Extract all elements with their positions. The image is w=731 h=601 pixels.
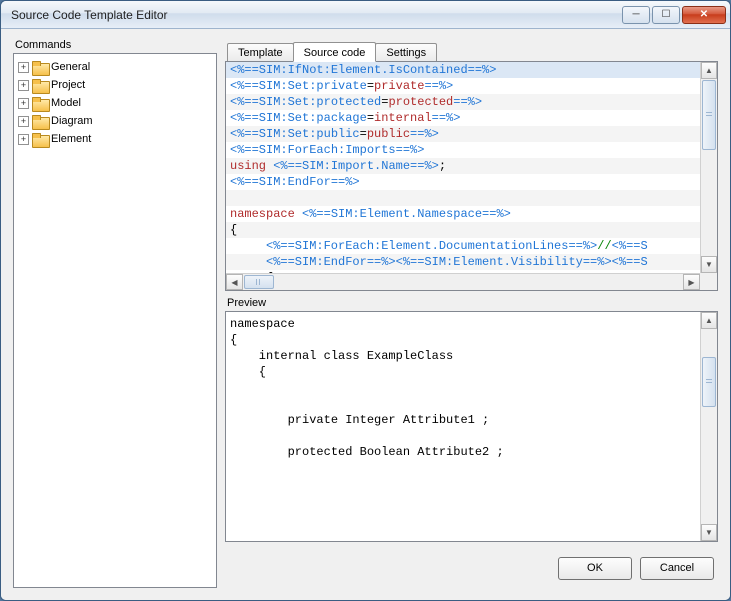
code-line[interactable]: <%==SIM:ForEach:Element.DocumentationLin… [226, 238, 717, 254]
tree-item-project[interactable]: + Project [16, 76, 214, 94]
scroll-down-icon[interactable]: ▼ [701, 256, 717, 273]
preview-box: namespace { internal class ExampleClass … [225, 311, 718, 542]
folder-icon [32, 115, 48, 128]
commands-label: Commands [13, 39, 217, 51]
window-title: Source Code Template Editor [11, 8, 620, 22]
tree-item-element[interactable]: + Element [16, 130, 214, 148]
folder-icon [32, 97, 48, 110]
code-line[interactable]: <%==SIM:Set:private=private==%> [226, 78, 717, 94]
preview-text[interactable]: namespace { internal class ExampleClass … [226, 312, 717, 541]
scroll-up-icon[interactable]: ▲ [701, 62, 717, 79]
commands-tree[interactable]: + General + Project + Model + Diagram + Element [13, 53, 217, 588]
code-line[interactable]: <%==SIM:Set:public=public==%> [226, 126, 717, 142]
folder-icon [32, 61, 48, 74]
scroll-thumb[interactable] [702, 357, 716, 407]
code-line[interactable]: <%==SIM:EndFor==%> [226, 174, 717, 190]
ok-button[interactable]: OK [558, 557, 632, 580]
code-line[interactable]: namespace <%==SIM:Element.Namespace==%> [226, 206, 717, 222]
tree-item-label: Model [51, 97, 81, 109]
code-line[interactable]: { [226, 222, 717, 238]
right-column: TemplateSource codeSettings <%==SIM:IfNo… [225, 39, 718, 588]
scroll-up-icon[interactable]: ▲ [701, 312, 717, 329]
expand-icon[interactable]: + [18, 62, 29, 73]
commands-panel: Commands +General+Project+Model+Diagram+… [13, 39, 217, 588]
code-horizontal-scrollbar[interactable]: ◀ ▶ [226, 273, 700, 290]
tree-item-model[interactable]: + Model [16, 94, 214, 112]
tab-source-code[interactable]: Source code [293, 42, 377, 62]
code-line[interactable]: <%==SIM:EndFor==%><%==SIM:Element.Visibi… [226, 254, 717, 270]
expand-icon[interactable]: + [18, 80, 29, 91]
cancel-button[interactable]: Cancel [640, 557, 714, 580]
scroll-corner [700, 273, 717, 290]
code-vertical-scrollbar[interactable]: ▲ ▼ [700, 62, 717, 273]
close-button[interactable]: ✕ [682, 6, 726, 24]
tree-item-label: Diagram [51, 115, 93, 127]
window-buttons: ─ ☐ ✕ [620, 6, 726, 24]
expand-icon[interactable]: + [18, 134, 29, 145]
minimize-button[interactable]: ─ [622, 6, 650, 24]
preview-vertical-scrollbar[interactable]: ▲ ▼ [700, 312, 717, 541]
window: Source Code Template Editor ─ ☐ ✕ Comman… [0, 0, 731, 601]
scroll-thumb[interactable] [244, 275, 274, 289]
titlebar[interactable]: Source Code Template Editor ─ ☐ ✕ [1, 1, 730, 29]
code-editor[interactable]: <%==SIM:IfNot:Element.IsContained==%><%=… [226, 62, 717, 273]
code-line[interactable] [226, 190, 717, 206]
code-line[interactable]: <%==SIM:Set:protected=protected==%> [226, 94, 717, 110]
dialog-buttons: OK Cancel [225, 548, 718, 588]
preview-label: Preview [225, 297, 718, 309]
expand-icon[interactable]: + [18, 98, 29, 109]
scroll-right-icon[interactable]: ▶ [683, 274, 700, 290]
tree-item-diagram[interactable]: + Diagram [16, 112, 214, 130]
code-line[interactable]: <%==SIM:Set:package=internal==%> [226, 110, 717, 126]
scroll-thumb[interactable] [702, 80, 716, 150]
tree-item-label: General [51, 61, 90, 73]
code-line[interactable]: <%==SIM:ForEach:Imports==%> [226, 142, 717, 158]
code-line[interactable]: <%==SIM:IfNot:Element.IsContained==%> [226, 62, 717, 78]
maximize-button[interactable]: ☐ [652, 6, 680, 24]
tree-item-general[interactable]: + General [16, 58, 214, 76]
tab-bar: TemplateSource codeSettings [225, 39, 718, 61]
expand-icon[interactable]: + [18, 116, 29, 127]
tab-settings[interactable]: Settings [375, 43, 437, 61]
folder-icon [32, 133, 48, 146]
tree-item-label: Project [51, 79, 85, 91]
folder-icon [32, 79, 48, 92]
scroll-down-icon[interactable]: ▼ [701, 524, 717, 541]
tab-template[interactable]: Template [227, 43, 294, 61]
source-code-box: <%==SIM:IfNot:Element.IsContained==%><%=… [225, 61, 718, 291]
tree-item-label: Element [51, 133, 91, 145]
client-area: Commands +General+Project+Model+Diagram+… [1, 29, 730, 600]
code-line[interactable]: using <%==SIM:Import.Name==%>; [226, 158, 717, 174]
scroll-left-icon[interactable]: ◀ [226, 274, 243, 290]
